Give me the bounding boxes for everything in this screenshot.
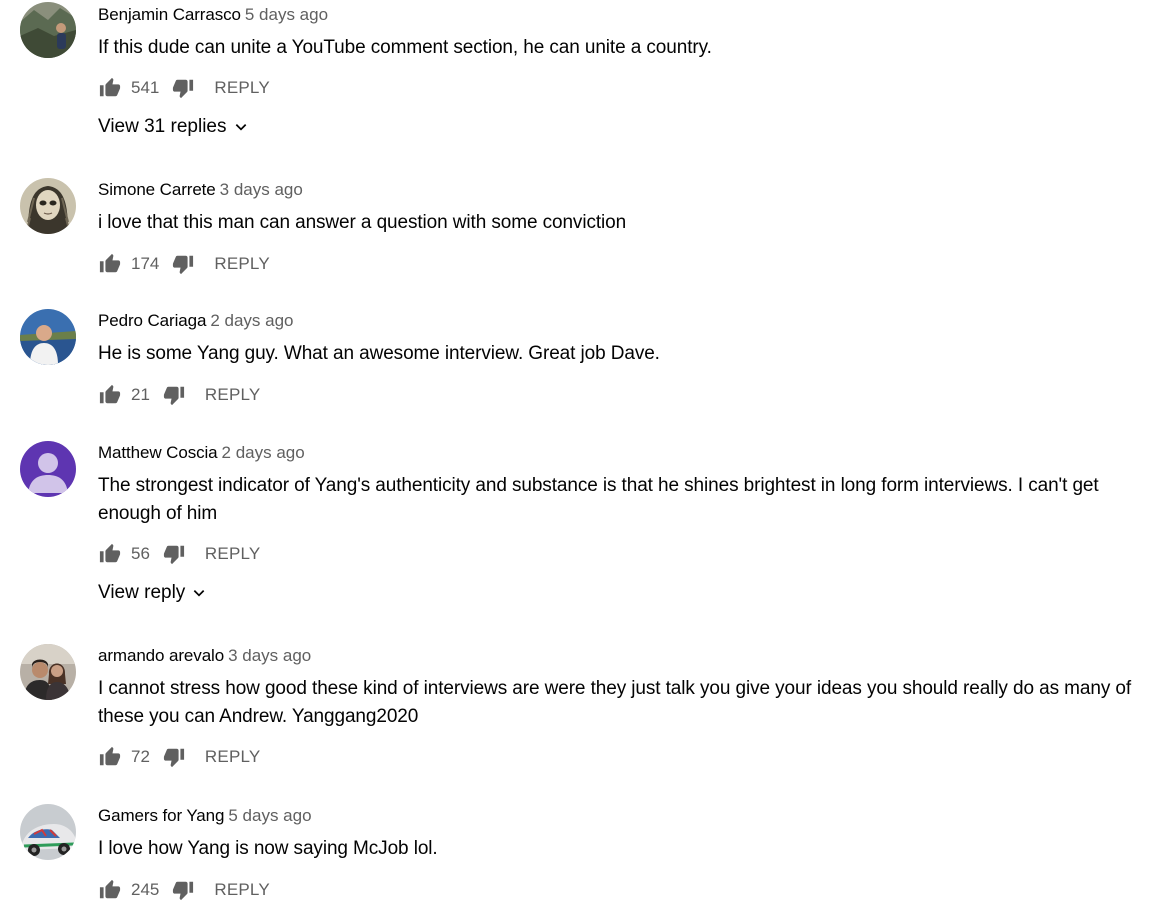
chevron-down-icon — [194, 590, 205, 597]
reply-button[interactable]: REPLY — [214, 880, 270, 900]
like-count: 541 — [131, 78, 160, 97]
reply-button[interactable]: REPLY — [205, 747, 261, 767]
thumb-up-icon[interactable] — [98, 878, 122, 902]
thumb-up-icon[interactable] — [98, 252, 122, 276]
thumb-down-icon[interactable] — [162, 745, 186, 769]
view-replies-button[interactable]: View reply — [98, 579, 207, 607]
chevron-down-icon — [235, 124, 246, 131]
avatar[interactable] — [20, 309, 76, 365]
like-count: 174 — [131, 254, 160, 273]
comment-time[interactable]: 3 days ago — [220, 180, 303, 199]
comment-time[interactable]: 3 days ago — [228, 646, 311, 665]
comment-text: I cannot stress how good these kind of i… — [98, 678, 1132, 727]
reply-button[interactable]: REPLY — [205, 544, 261, 564]
view-replies-label: View reply — [98, 582, 186, 603]
comment-text: I love how Yang is now saying McJob lol. — [98, 838, 438, 859]
comment-author[interactable]: Benjamin Carrasco — [98, 5, 241, 24]
thumb-up-icon[interactable] — [98, 76, 122, 100]
comment-author[interactable]: Matthew Coscia — [98, 443, 218, 462]
comment-time[interactable]: 5 days ago — [228, 806, 311, 825]
thumb-down-icon[interactable] — [162, 383, 186, 407]
thumb-down-icon[interactable] — [171, 252, 195, 276]
comment-text: The strongest indicator of Yang's authen… — [98, 475, 1099, 524]
view-replies-button[interactable]: View 31 replies — [98, 113, 249, 141]
like-count: 72 — [131, 747, 150, 766]
comment-author[interactable]: armando arevalo — [98, 646, 224, 665]
like-count: 245 — [131, 880, 160, 899]
reply-button[interactable]: REPLY — [214, 254, 270, 274]
avatar[interactable] — [20, 178, 76, 234]
avatar[interactable] — [20, 2, 76, 58]
reply-button[interactable]: REPLY — [214, 78, 270, 98]
comment-text: i love that this man can answer a questi… — [98, 212, 627, 233]
comment-time[interactable]: 2 days ago — [210, 311, 293, 330]
like-count: 21 — [131, 385, 150, 404]
thumb-up-icon[interactable] — [98, 383, 122, 407]
avatar[interactable] — [20, 804, 76, 860]
comment-time[interactable]: 2 days ago — [222, 443, 305, 462]
thumb-down-icon[interactable] — [171, 76, 195, 100]
thumb-down-icon[interactable] — [162, 542, 186, 566]
thumb-up-icon[interactable] — [98, 542, 122, 566]
comment-author[interactable]: Gamers for Yang — [98, 806, 224, 825]
avatar[interactable] — [20, 644, 76, 700]
like-count: 56 — [131, 544, 150, 563]
view-replies-label: View 31 replies — [98, 116, 227, 137]
comment-author[interactable]: Simone Carrete — [98, 180, 216, 199]
avatar[interactable] — [20, 441, 76, 497]
comment-text: If this dude can unite a YouTube comment… — [98, 37, 712, 58]
reply-button[interactable]: REPLY — [205, 385, 261, 405]
comment-time[interactable]: 5 days ago — [245, 5, 328, 24]
comment-text: He is some Yang guy. What an awesome int… — [98, 343, 660, 364]
comment-author[interactable]: Pedro Cariaga — [98, 311, 206, 330]
thumb-up-icon[interactable] — [98, 745, 122, 769]
thumb-down-icon[interactable] — [171, 878, 195, 902]
